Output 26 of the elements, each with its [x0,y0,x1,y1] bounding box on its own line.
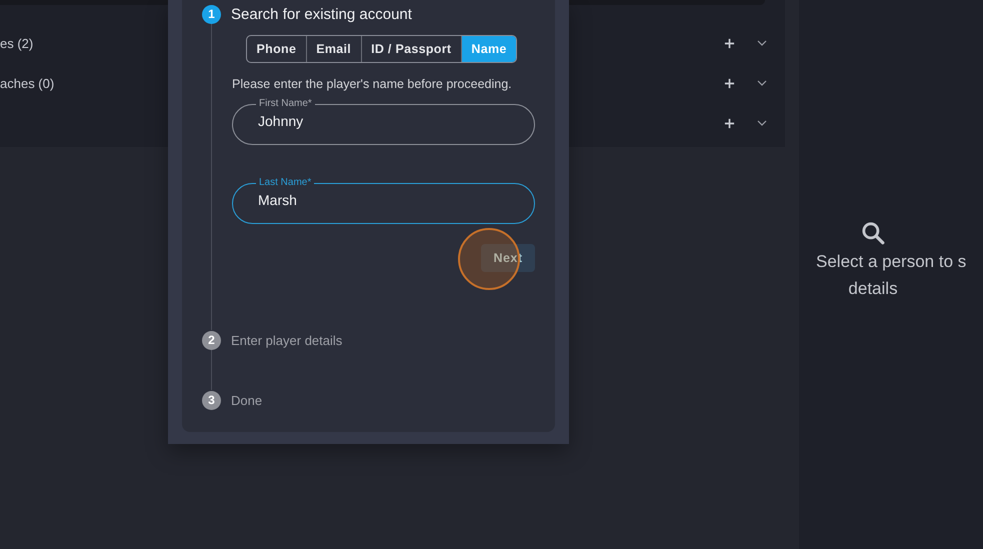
chevron-down-icon[interactable] [757,120,767,126]
section-title: es (2) [0,36,34,50]
field-label: Last Name* [258,178,312,188]
empty-state-text: Select a person to s [816,251,966,273]
chevron-down-icon[interactable] [757,40,767,46]
search-type-tab[interactable]: Phone [247,36,306,62]
step-number: 1 [202,4,221,24]
plus-icon[interactable] [724,78,735,88]
search-icon [860,220,886,246]
instruction-text: Please enter the player's name before proceeding. [232,77,513,91]
step-number: 3 [202,390,221,410]
step-number: 2 [202,330,221,350]
input-field[interactable]: Last Name* Marsh [232,178,535,224]
step-title: Done [231,392,262,408]
empty-state-text: details [848,278,898,300]
field-value: Johnny [258,112,304,131]
section-title: aches (0) [0,76,54,90]
input-field[interactable]: First Name* Johnny [232,99,535,145]
chevron-down-icon[interactable] [757,80,767,86]
search-type-tab[interactable]: Email [306,36,361,62]
step-title: Enter player details [231,332,342,348]
plus-icon[interactable] [724,38,735,48]
field-label: First Name* [258,99,313,109]
plus-icon[interactable] [724,118,735,128]
step-title: Search for existing account [231,6,412,22]
field-value: Marsh [258,191,297,210]
